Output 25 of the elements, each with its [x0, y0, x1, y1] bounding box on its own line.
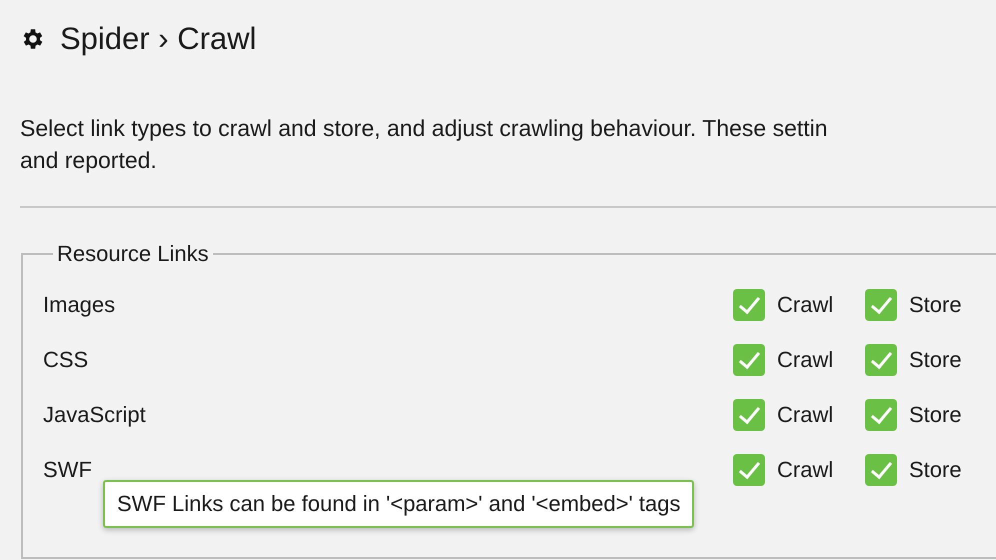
checkbox-label: Crawl — [777, 292, 834, 318]
row-label: CSS — [43, 346, 90, 372]
checkbox-label: Crawl — [777, 346, 834, 372]
checkbox-label: Store — [909, 346, 962, 372]
tooltip: SWF Links can be found in '<param>' and '<embed>' tags — [103, 480, 694, 528]
row-label: SWF — [43, 456, 93, 482]
checkbox[interactable] — [865, 344, 897, 376]
row-label: Images — [43, 292, 116, 318]
group-legend: Resource Links — [53, 241, 213, 267]
row-label: JavaScript — [43, 402, 147, 428]
checkbox-label: Store — [909, 456, 962, 482]
description-text: and reported. — [20, 146, 157, 175]
checkbox[interactable] — [733, 288, 765, 320]
checkbox[interactable] — [733, 344, 765, 376]
checkbox-label: Crawl — [777, 402, 834, 428]
checkbox[interactable] — [865, 398, 897, 430]
checkbox[interactable] — [733, 454, 765, 486]
breadcrumb-title: Spider › Crawl — [60, 21, 256, 57]
checkbox-label: Store — [909, 292, 962, 318]
checkbox[interactable] — [865, 288, 897, 320]
checkbox[interactable] — [733, 398, 765, 430]
checkbox[interactable] — [865, 454, 897, 486]
checkbox-label: Crawl — [777, 456, 834, 482]
checkbox-label: Store — [909, 402, 962, 428]
description-text: Select link types to crawl and store, and adjust crawling behaviour. These settin — [20, 114, 828, 143]
